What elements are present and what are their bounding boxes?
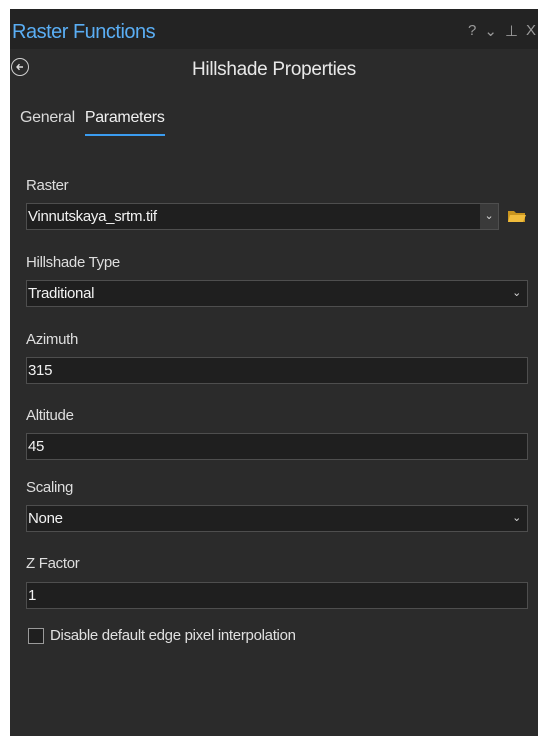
altitude-label: Altitude	[26, 407, 74, 424]
tab-bar: General Parameters	[20, 109, 165, 136]
hillshade-type-chevron-icon: ⌄	[512, 287, 521, 299]
raster-value: Vinnutskaya_srtm.tif	[28, 208, 157, 225]
tab-general[interactable]: General	[20, 109, 75, 133]
hillshade-type-select[interactable]: Traditional ⌄	[26, 280, 528, 307]
panel-title: Raster Functions	[12, 21, 156, 43]
pin-icon[interactable]: ⊥	[505, 22, 518, 40]
altitude-input[interactable]: 45	[26, 433, 528, 460]
scaling-label: Scaling	[26, 479, 74, 496]
properties-heading: Hillshade Properties	[191, 59, 357, 80]
options-chevron-icon[interactable]: ⌄	[484, 22, 497, 40]
hillshade-type-value: Traditional	[28, 285, 95, 302]
disable-edge-label: Disable default edge pixel interpolation	[50, 627, 296, 644]
z-factor-input[interactable]: 1	[26, 582, 528, 609]
title-controls: ? ⌄ ⊥ X	[468, 22, 536, 40]
raster-label: Raster	[26, 177, 69, 194]
raster-dropdown-chevron-icon[interactable]: ⌄	[480, 204, 498, 229]
hillshade-type-label: Hillshade Type	[26, 254, 120, 271]
raster-functions-panel: Raster Functions ? ⌄ ⊥ X Hillshade Prope…	[10, 9, 538, 736]
panel-titlebar: Raster Functions ? ⌄ ⊥ X	[10, 9, 538, 49]
scaling-select[interactable]: None ⌄	[26, 505, 528, 532]
open-folder-icon[interactable]	[507, 208, 527, 224]
azimuth-input[interactable]: 315	[26, 357, 528, 384]
raster-select[interactable]: Vinnutskaya_srtm.tif ⌄	[26, 203, 499, 230]
close-icon[interactable]: X	[526, 22, 536, 40]
help-icon[interactable]: ?	[468, 22, 476, 40]
z-factor-label: Z Factor	[26, 555, 80, 572]
scaling-value: None	[28, 510, 63, 527]
azimuth-label: Azimuth	[26, 331, 79, 348]
disable-edge-checkbox[interactable]	[28, 628, 44, 644]
scaling-chevron-icon: ⌄	[512, 512, 521, 524]
tab-parameters[interactable]: Parameters	[84, 109, 165, 136]
